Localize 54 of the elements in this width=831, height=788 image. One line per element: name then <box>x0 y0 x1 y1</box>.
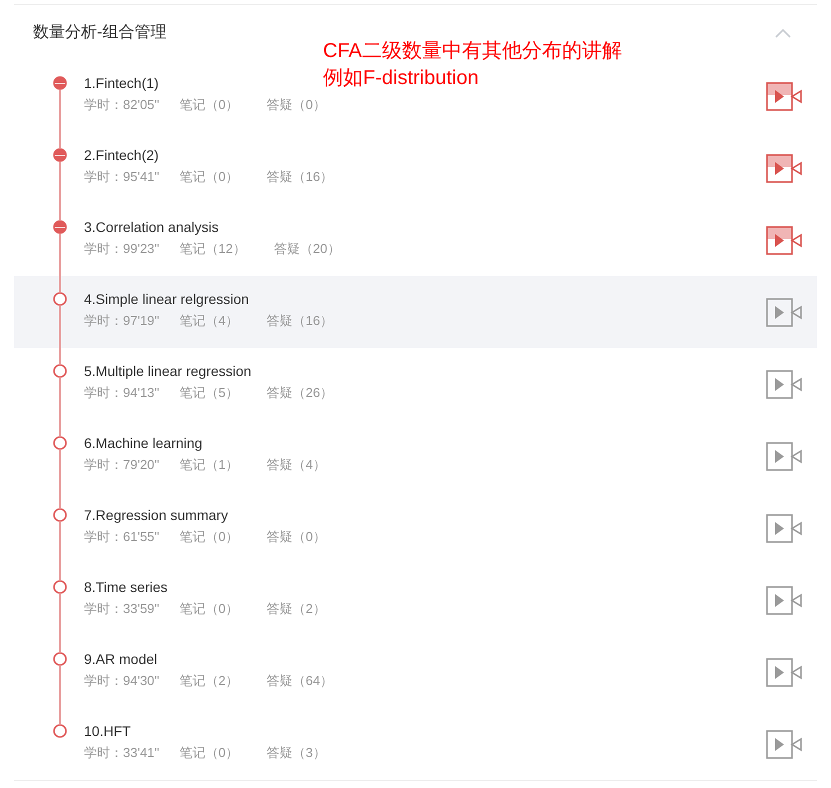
study-duration: 学时：94'30'' <box>84 672 160 690</box>
questions-count: 答疑（16） <box>266 168 334 186</box>
video-camera-icon[interactable] <box>766 514 803 542</box>
questions-count: 答疑（4） <box>266 456 326 474</box>
lesson-title[interactable]: 6.Machine learning <box>84 434 202 452</box>
questions-count: 答疑（2） <box>266 600 326 618</box>
video-camera-icon[interactable] <box>766 226 803 254</box>
video-camera-icon[interactable] <box>766 442 803 470</box>
lesson-title[interactable]: 8.Time series <box>84 578 168 596</box>
study-duration: 学时：79'20'' <box>84 456 160 474</box>
notes-count: 笔记（2） <box>179 672 239 690</box>
study-duration: 学时：97'19'' <box>84 312 160 330</box>
lesson-row[interactable]: 4.Simple linear relgression 学时：97'19'' 笔记（4） 答疑（16） <box>14 276 817 348</box>
lesson-title[interactable]: 9.AR model <box>84 650 158 668</box>
video-camera-icon[interactable] <box>766 658 803 686</box>
notes-count: 笔记（0） <box>179 600 239 618</box>
study-duration: 学时：33'41'' <box>84 744 160 762</box>
questions-count: 答疑（16） <box>266 312 334 330</box>
study-duration: 学时：94'13'' <box>84 384 160 402</box>
lesson-title[interactable]: 2.Fintech(2) <box>84 146 159 164</box>
questions-count: 答疑（26） <box>266 384 334 402</box>
study-duration: 学时：95'41'' <box>84 168 160 186</box>
study-duration: 学时：82'05'' <box>84 96 160 114</box>
questions-count: 答疑（0） <box>266 96 326 114</box>
chevron-up-icon[interactable] <box>775 28 791 38</box>
notes-count: 笔记（0） <box>179 168 239 186</box>
questions-count: 答疑（64） <box>266 672 334 690</box>
video-camera-icon[interactable] <box>766 82 803 110</box>
notes-count: 笔记（1） <box>179 456 239 474</box>
study-duration: 学时：99'23'' <box>84 240 160 258</box>
notes-count: 笔记（5） <box>179 384 239 402</box>
video-camera-icon[interactable] <box>766 298 803 326</box>
video-camera-icon[interactable] <box>766 154 803 182</box>
notes-count: 笔记（0） <box>179 528 239 546</box>
lesson-title[interactable]: 4.Simple linear relgression <box>84 290 249 308</box>
lesson-title[interactable]: 3.Correlation analysis <box>84 218 219 236</box>
lesson-title[interactable]: 10.HFT <box>84 722 131 740</box>
lesson-title[interactable]: 1.Fintech(1) <box>84 74 159 92</box>
questions-count: 答疑（0） <box>266 528 326 546</box>
section-title: 数量分析-组合管理 <box>33 22 166 42</box>
video-camera-icon[interactable] <box>766 370 803 398</box>
study-duration: 学时：33'59'' <box>84 600 160 618</box>
notes-count: 笔记（0） <box>179 744 239 762</box>
questions-count: 答疑（20） <box>274 240 340 258</box>
lesson-title[interactable]: 5.Multiple linear regression <box>84 362 252 380</box>
notes-count: 笔记（12） <box>179 240 246 258</box>
video-camera-icon[interactable] <box>766 730 803 758</box>
video-camera-icon[interactable] <box>766 586 803 614</box>
questions-count: 答疑（3） <box>266 744 326 762</box>
annotation-text: 例如F-distribution <box>323 66 480 91</box>
lesson-title[interactable]: 7.Regression summary <box>84 506 228 524</box>
study-duration: 学时：61'55'' <box>84 528 160 546</box>
notes-count: 笔记（0） <box>179 96 239 114</box>
notes-count: 笔记（4） <box>179 312 239 330</box>
